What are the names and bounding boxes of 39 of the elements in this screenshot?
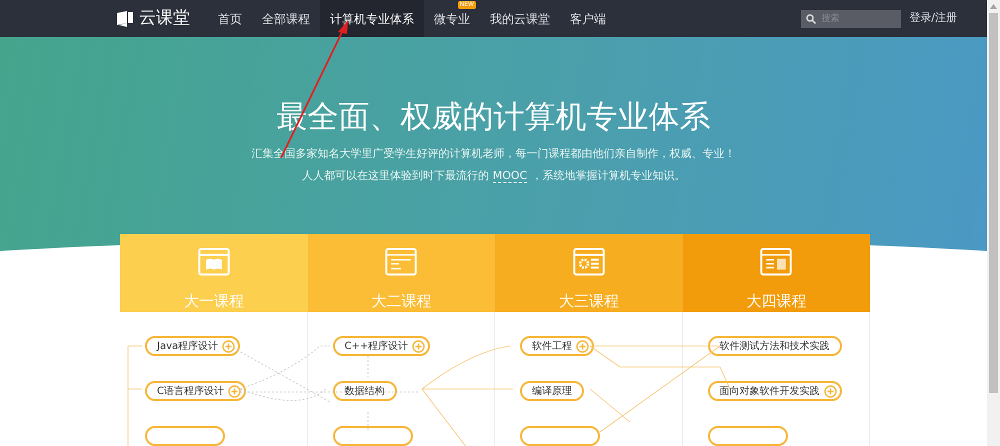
- login-link[interactable]: 登录/注册: [909, 10, 957, 27]
- course-chip[interactable]: 数据结构: [332, 381, 396, 402]
- plus-icon: [576, 340, 589, 353]
- hero-subtitle: 人人都可以在这里体验到时下最流行的: [302, 168, 489, 182]
- search-icon: [806, 14, 816, 24]
- course-chip[interactable]: C++程序设计: [332, 336, 430, 356]
- window-icon: [760, 248, 792, 276]
- hero-subtitle: ，系统地掌握计算机专业知识。: [531, 168, 686, 182]
- year-title: 大三课程: [558, 290, 619, 312]
- window-icon: [385, 248, 418, 276]
- window-icon: [198, 248, 230, 276]
- course-chip[interactable]: 面向对象软件开发实践: [708, 381, 842, 402]
- plus-icon: [824, 384, 836, 398]
- plus-icon: [222, 340, 236, 353]
- course-chip[interactable]: [708, 426, 788, 446]
- course-chip[interactable]: [145, 426, 225, 446]
- course-chip[interactable]: 软件工程: [520, 336, 594, 356]
- course-chip[interactable]: 编译原理: [520, 381, 584, 402]
- nav-link[interactable]: 首页: [208, 0, 252, 37]
- year-title: 大四课程: [746, 290, 806, 312]
- year-title: 大二课程: [371, 290, 432, 312]
- window-icon: [572, 248, 605, 276]
- nav-link[interactable]: 微专业: [424, 9, 480, 28]
- plus-icon: [228, 384, 241, 398]
- nav-link[interactable]: 我的云课堂: [480, 0, 560, 37]
- logo-icon: [116, 10, 134, 26]
- logo-text: 云课堂: [139, 6, 190, 30]
- nav-link[interactable]: 客户端: [560, 0, 616, 37]
- nav-link[interactable]: 计算机专业体系: [320, 0, 424, 37]
- year-title: 大一课程: [184, 290, 244, 312]
- scroll-up-icon[interactable]: [990, 4, 997, 9]
- plus-icon: [412, 340, 426, 353]
- course-chip[interactable]: [332, 426, 412, 446]
- course-chip[interactable]: [520, 426, 600, 446]
- course-chip[interactable]: 软件测试方法和技术实践: [708, 336, 842, 356]
- course-chip[interactable]: C语言程序设计: [145, 381, 246, 402]
- course-chip[interactable]: Java程序设计: [145, 336, 240, 356]
- scrollbar-thumb[interactable]: [989, 13, 998, 393]
- nav-link[interactable]: 全部课程: [252, 0, 320, 37]
